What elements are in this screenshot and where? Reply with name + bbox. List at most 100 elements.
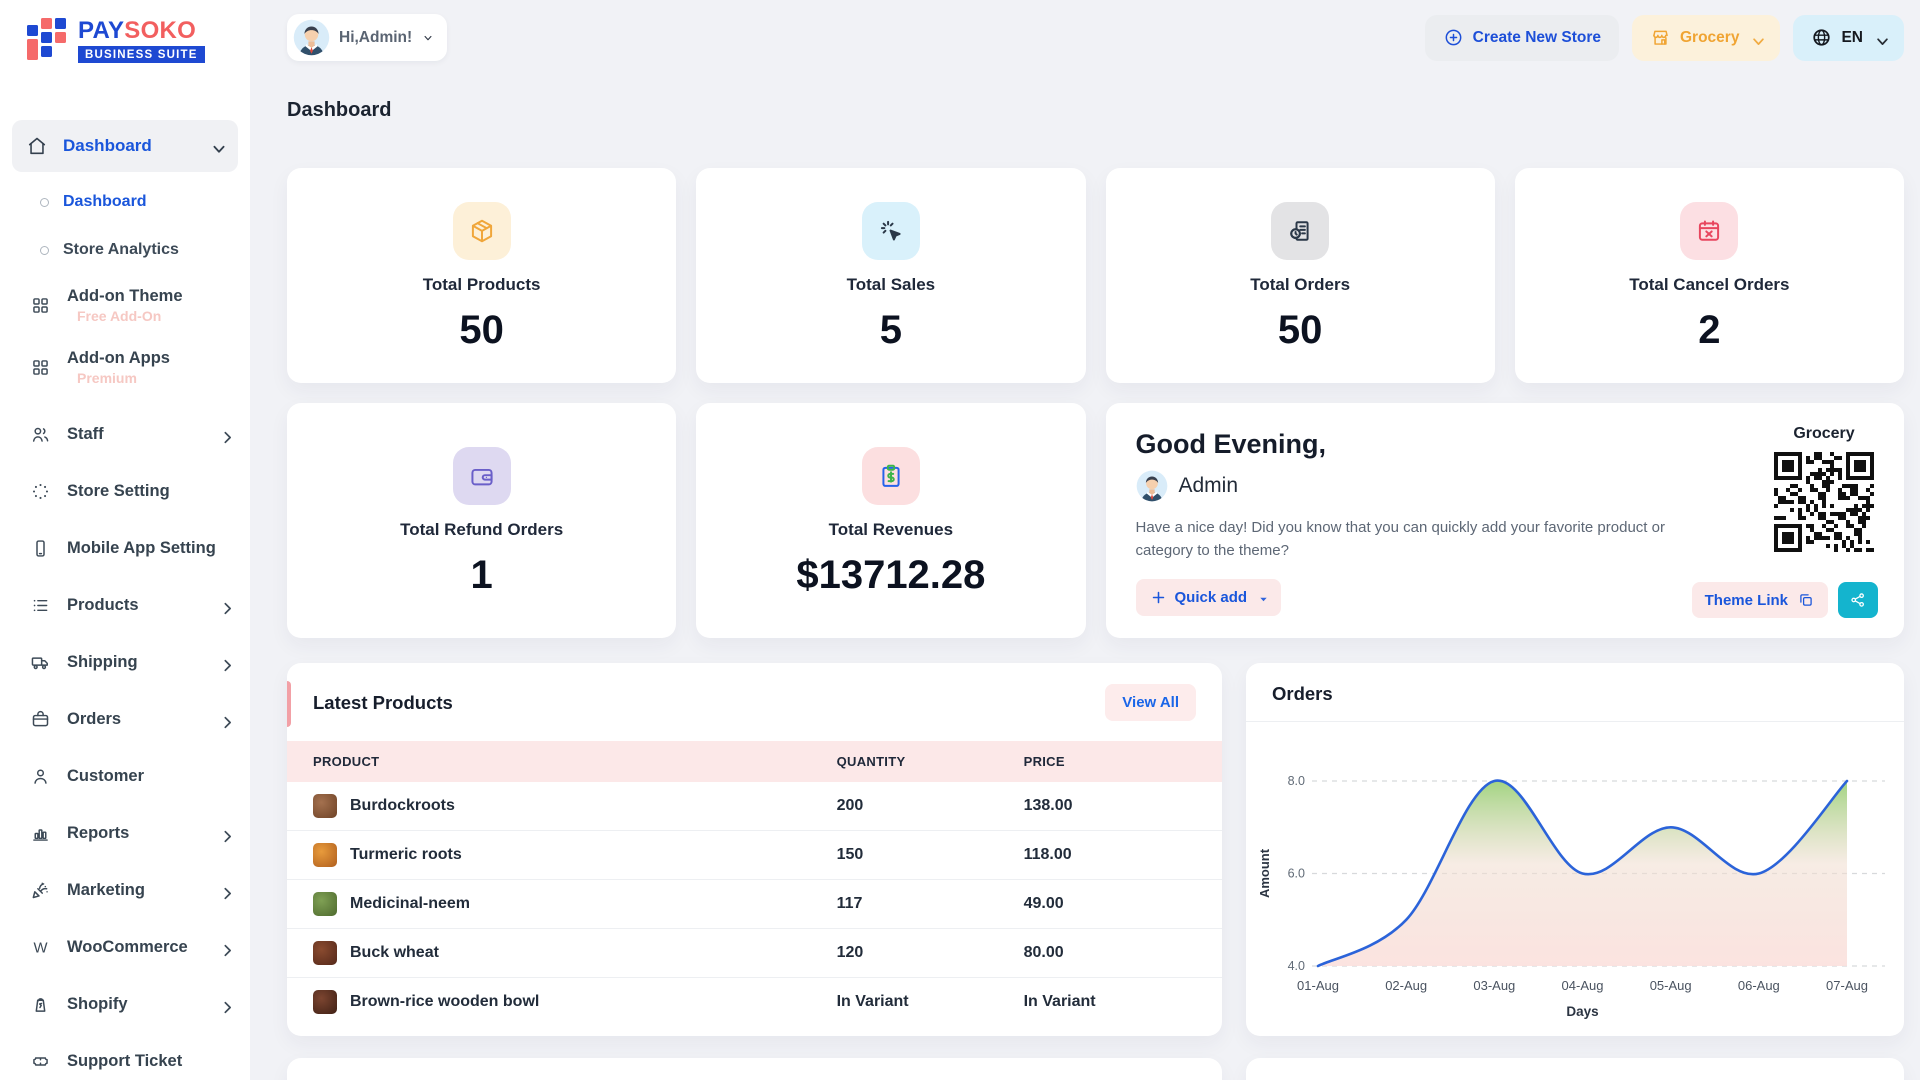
paysoko-logo[interactable]: PAYSOKO BUSINESS SUITE [0, 0, 250, 80]
sidebar-item-badge: Premium [77, 370, 170, 386]
avatar-illustration [1136, 470, 1168, 502]
sidebar-group-dashboard[interactable]: Dashboard [12, 120, 238, 172]
caret-down-icon [1255, 591, 1267, 603]
sidebar-item-badge: Free Add-On [77, 308, 183, 324]
chevron-right-icon [217, 997, 238, 1018]
sidebar-item-store-setting[interactable]: Store Setting [0, 463, 250, 520]
plus-icon [1150, 589, 1167, 606]
column-header-product: PRODUCT [287, 741, 811, 782]
sidebar-item-products[interactable]: Products [0, 577, 250, 634]
product-row-burdockroots: Burdockroots200138.00 [287, 782, 1222, 831]
view-all-button[interactable]: View All [1105, 684, 1196, 721]
product-row-turmeric-roots: Turmeric roots150118.00 [287, 831, 1222, 880]
chevron-right-icon [217, 598, 232, 613]
logo-word-pay: PAY [78, 17, 124, 44]
chevron-down-icon [208, 138, 230, 160]
next-cards-peek [287, 1058, 1904, 1080]
svg-text:4.0: 4.0 [1288, 959, 1305, 973]
storefront-icon [1650, 27, 1671, 48]
product-price: In Variant [998, 978, 1222, 1027]
sidebar-item-text: Add-on AppsPremium [67, 349, 170, 386]
bottom-grid: Latest Products View All PRODUCTQUANTITY… [287, 663, 1904, 1036]
chevron-down-icon [1748, 31, 1769, 52]
users-icon [30, 424, 51, 445]
sidebar-item-reports[interactable]: Reports [0, 805, 250, 862]
product-name: Medicinal-neem [350, 895, 470, 913]
greeting-user-name: Admin [1179, 474, 1239, 498]
storefront-icon [1650, 27, 1671, 48]
share-button[interactable] [1838, 582, 1878, 618]
calendar-cancel-icon-badge [1680, 202, 1738, 260]
invoice-clock-icon-badge [1271, 202, 1329, 260]
svg-text:04-Aug: 04-Aug [1562, 978, 1604, 993]
svg-text:02-Aug: 02-Aug [1385, 978, 1427, 993]
product-name: Turmeric roots [350, 846, 462, 864]
stats-grid: Total Products50Total Sales5Total Orders… [287, 168, 1904, 638]
topbar-actions: Create New Store Grocery EN [1425, 15, 1904, 61]
sidebar-group-label: Dashboard [63, 136, 152, 156]
sidebar-item-text: Marketing [67, 881, 145, 900]
sidebar-item-dashboard[interactable]: Dashboard [0, 178, 250, 226]
orders-area-chart: 8.06.04.001-Aug02-Aug03-Aug04-Aug05-Aug0… [1246, 722, 1904, 1027]
greeting-user-row: Admin [1136, 470, 1875, 502]
user-greeting-label: Hi,Admin! [339, 29, 412, 47]
product-row-brown-rice-wooden-bowl: Brown-rice wooden bowlIn VariantIn Varia… [287, 978, 1222, 1027]
sidebar-item-store-analytics[interactable]: Store Analytics [0, 226, 250, 274]
page-title: Dashboard [287, 99, 1904, 122]
svg-text:Days: Days [1566, 1004, 1598, 1019]
invoice-clock-icon [1286, 217, 1314, 245]
stat-value: 50 [459, 310, 504, 350]
product-price: 138.00 [998, 782, 1222, 831]
theme-link-copy-button[interactable]: Theme Link [1692, 582, 1828, 618]
sidebar-item-support-ticket[interactable]: Support Ticket [0, 1033, 250, 1080]
store-selector-dropdown[interactable]: Grocery [1632, 15, 1780, 61]
chevron-down-icon [421, 31, 435, 45]
home-icon [26, 135, 48, 157]
share-icon [1849, 591, 1867, 609]
chevron-right-icon [217, 883, 238, 904]
orders-chart-title: Orders [1246, 683, 1904, 722]
shopify-icon [30, 994, 51, 1015]
product-thumbnail [313, 892, 337, 916]
product-quantity: 150 [811, 831, 998, 880]
topbar: Hi,Admin! Create New Store Grocery EN [287, 14, 1904, 61]
chevron-right-icon [217, 826, 232, 841]
sidebar-item-text: Support Ticket [67, 1052, 182, 1071]
sidebar-item-customer[interactable]: Customer [0, 748, 250, 805]
language-dropdown[interactable]: EN [1793, 15, 1904, 61]
chevron-right-icon [217, 655, 232, 670]
bullet-icon [40, 246, 49, 255]
sidebar-item-shopify[interactable]: Shopify [0, 976, 250, 1033]
calendar-cancel-icon [1695, 217, 1723, 245]
product-name: Brown-rice wooden bowl [350, 993, 539, 1011]
sidebar-item-add-on-apps[interactable]: Add-on AppsPremium [0, 336, 250, 398]
sidebar-item-marketing[interactable]: Marketing [0, 862, 250, 919]
greeting-card: Good Evening, Admin Have a nice day! Did… [1106, 403, 1905, 638]
create-new-store-button[interactable]: Create New Store [1425, 15, 1619, 61]
copy-icon [1797, 591, 1815, 609]
phone-icon [30, 538, 51, 559]
sidebar-item-text: Staff [67, 425, 104, 444]
sidebar-item-woocommerce[interactable]: WWooCommerce [0, 919, 250, 976]
sidebar-item-mobile-app-setting[interactable]: Mobile App Setting [0, 520, 250, 577]
user-menu[interactable]: Hi,Admin! [287, 14, 447, 61]
stat-label: Total Orders [1250, 275, 1350, 295]
sidebar-item-text: Customer [67, 767, 144, 786]
sidebar-item-staff[interactable]: Staff [0, 406, 250, 463]
qr-store-name: Grocery [1774, 425, 1874, 443]
chevron-right-icon [217, 712, 238, 733]
chevron-right-icon [217, 940, 238, 961]
peek-card-right [1246, 1058, 1904, 1080]
product-name: Buck wheat [350, 944, 439, 962]
language-label: EN [1841, 29, 1863, 47]
latest-products-title: Latest Products [313, 692, 453, 714]
box-icon-badge [453, 202, 511, 260]
sidebar-item-add-on-theme[interactable]: Add-on ThemeFree Add-On [0, 274, 250, 336]
sidebar-item-orders[interactable]: Orders [0, 691, 250, 748]
sidebar-item-text: Shopify [67, 995, 128, 1014]
store-selector-label: Grocery [1680, 29, 1739, 47]
svg-text:05-Aug: 05-Aug [1650, 978, 1692, 993]
avatar [293, 19, 330, 56]
quick-add-button[interactable]: Quick add [1136, 579, 1282, 616]
sidebar-item-shipping[interactable]: Shipping [0, 634, 250, 691]
